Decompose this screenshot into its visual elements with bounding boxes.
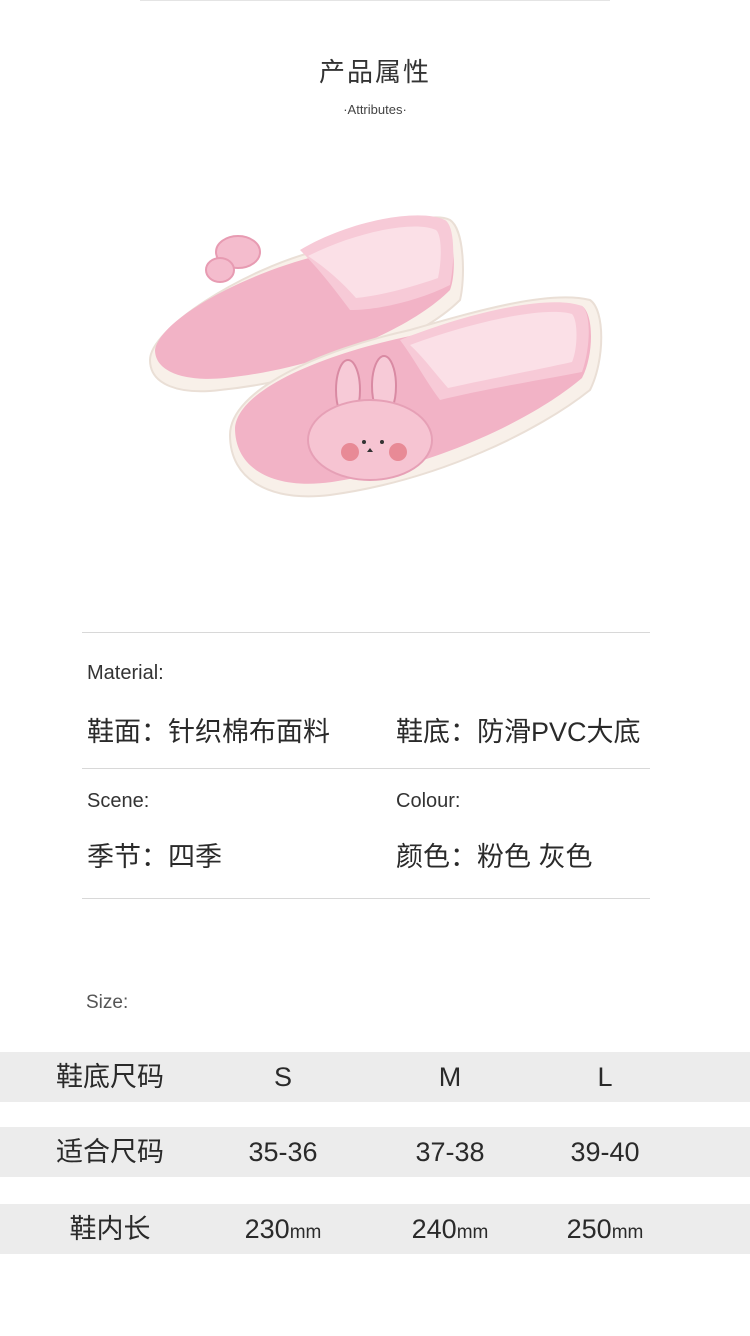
material-label: Material: <box>87 662 164 684</box>
divider-top <box>82 632 650 633</box>
top-divider <box>140 0 610 1</box>
size-unit: mm <box>611 1222 644 1243</box>
upper-material: 鞋面：针织棉布面料 <box>87 717 330 747</box>
size-table-row: 鞋底尺码 S M L <box>0 1052 750 1102</box>
sole-material: 鞋底：防滑PVC大底 <box>396 717 641 747</box>
size-cell: 230mm <box>203 1204 363 1254</box>
season-value: 季节：四季 <box>87 842 222 872</box>
size-cell: M <box>438 1062 462 1092</box>
size-unit: mm <box>289 1222 322 1243</box>
size-cell: 35-36 <box>248 1137 318 1167</box>
row-header: 适合尺码 <box>56 1137 164 1167</box>
product-image <box>148 215 603 498</box>
size-cell: 39-40 <box>570 1137 640 1167</box>
size-cell: 240mm <box>370 1204 530 1254</box>
color-value: 颜色：粉色 灰色 <box>396 842 593 872</box>
divider-bottom <box>82 898 650 899</box>
row-header: 鞋内长 <box>69 1214 151 1244</box>
size-cell: L <box>597 1062 613 1092</box>
size-table-row: 适合尺码 35-36 37-38 39-40 <box>0 1127 750 1177</box>
row-header: 鞋底尺码 <box>56 1062 164 1092</box>
size-value: 230 <box>244 1214 290 1244</box>
size-cell: 37-38 <box>415 1137 485 1167</box>
page-subtitle: ·Attributes· <box>343 102 407 117</box>
divider-middle <box>82 768 650 769</box>
scene-label: Scene: <box>87 790 150 812</box>
size-label: Size: <box>86 992 129 1013</box>
colour-label: Colour: <box>396 790 461 812</box>
size-unit: mm <box>456 1222 489 1243</box>
size-value: 240 <box>411 1214 457 1244</box>
size-value: 250 <box>566 1214 612 1244</box>
page-title: 产品属性 <box>318 57 431 87</box>
size-cell: S <box>273 1062 292 1092</box>
size-table-row: 鞋内长 230mm 240mm 250mm <box>0 1204 750 1254</box>
size-cell: 250mm <box>525 1204 685 1254</box>
